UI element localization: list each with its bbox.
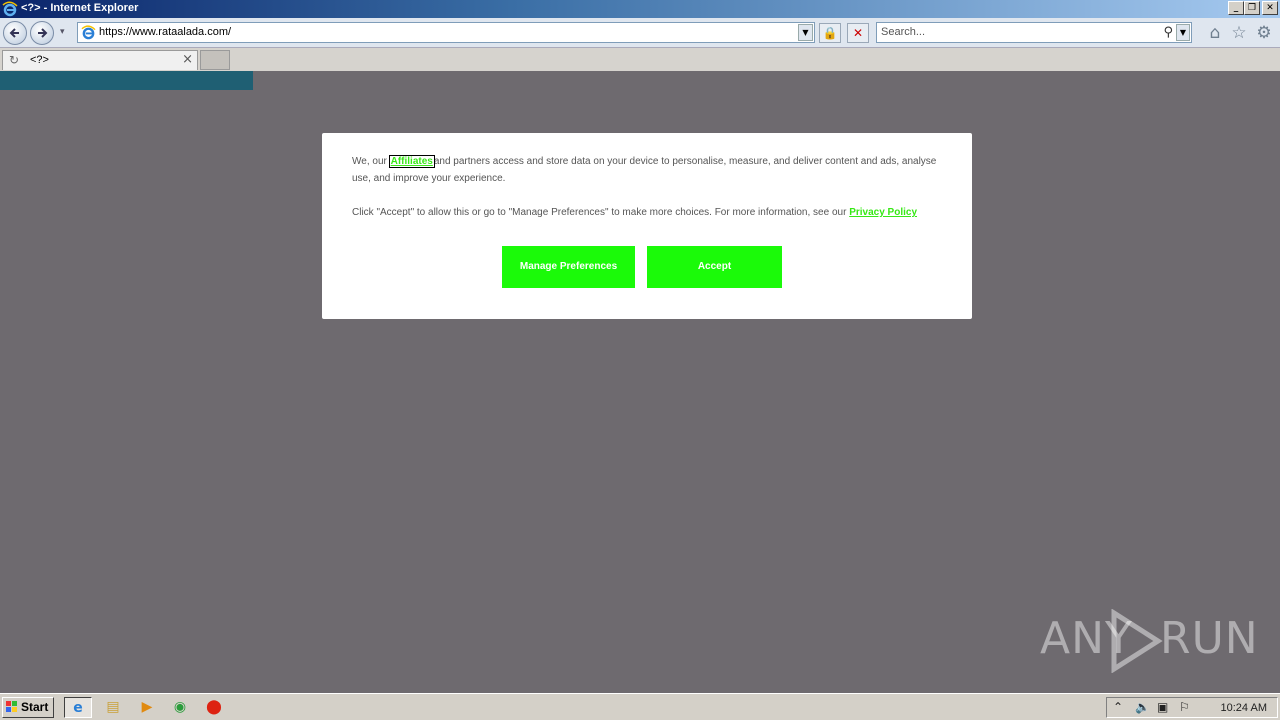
loading-icon: ↻ [9, 53, 20, 67]
taskbar-chrome-icon[interactable]: ◉ [166, 697, 194, 718]
consent-instructions: Click "Accept" to allow this or go to "M… [352, 204, 942, 221]
tab-bar: ↻ <?> × [0, 48, 1280, 71]
back-icon [9, 28, 19, 38]
search-dropdown-icon[interactable]: ▼ [1176, 24, 1190, 41]
ie-logo-icon [2, 1, 18, 17]
minimize-button[interactable]: _ [1228, 1, 1244, 15]
consent-text-end: and partners access and store data on yo… [352, 156, 937, 184]
cookie-consent-dialog: We, our Affiliatesand partners access an… [322, 133, 972, 319]
history-dropdown-icon[interactable]: ▾ [60, 27, 65, 37]
system-tray: ⌃ 🔈 ▣ ⚐ 10:24 AM [1106, 697, 1278, 718]
favorites-icon[interactable]: ☆ [1229, 23, 1249, 43]
anyrun-watermark: ANY RUN [1040, 609, 1258, 673]
taskbar-explorer-icon[interactable]: ▤ [99, 697, 127, 718]
new-tab-button[interactable] [200, 50, 230, 70]
header-strip [0, 71, 253, 90]
lock-icon[interactable]: 🔒 [819, 23, 841, 43]
ie-page-icon [81, 25, 96, 40]
gear-icon[interactable]: ⚙ [1254, 23, 1274, 43]
close-window-button[interactable]: ✕ [1262, 1, 1278, 15]
address-bar[interactable]: https://www.rataalada.com/ ▼ [77, 22, 815, 43]
tab-active[interactable]: ↻ <?> × [2, 50, 198, 70]
instructions-text: Click "Accept" to allow this or go to "M… [352, 207, 850, 218]
network-icon[interactable]: ▣ [1157, 700, 1168, 714]
windows-flag-icon [6, 701, 17, 712]
stop-icon[interactable]: ✕ [847, 23, 869, 43]
navigation-bar: ▾ https://www.rataalada.com/ ▼ 🔒 ✕ Searc… [0, 18, 1280, 48]
forward-icon [38, 28, 48, 38]
affiliates-link[interactable]: Affiliates [388, 155, 435, 168]
title-bar: <?> - Internet Explorer _ ❐ ✕ [0, 0, 1280, 18]
clock: 10:24 AM [1220, 702, 1267, 714]
forward-button[interactable] [30, 21, 54, 45]
taskbar: Start e ▤ ▶ ◉ ⬤ ⌃ 🔈 ▣ ⚐ 10:24 AM [0, 693, 1280, 720]
start-label: Start [21, 700, 49, 714]
consent-text-start: We, our [352, 156, 390, 167]
window-title: <?> - Internet Explorer [21, 2, 139, 14]
manage-preferences-button[interactable]: Manage Preferences [502, 246, 635, 288]
taskbar-media-player-icon[interactable]: ▶ [133, 697, 161, 718]
home-icon[interactable]: ⌂ [1205, 23, 1225, 43]
taskbar-opera-icon[interactable]: ⬤ [200, 697, 228, 718]
accept-button[interactable]: Accept [647, 246, 782, 288]
back-button[interactable] [3, 21, 27, 45]
taskbar-ie-icon[interactable]: e [64, 697, 92, 718]
tray-expand-icon[interactable]: ⌃ [1113, 700, 1123, 714]
privacy-policy-link[interactable]: Privacy Policy [849, 207, 917, 218]
play-logo-icon [1111, 609, 1163, 673]
url-text: https://www.rataalada.com/ [99, 26, 232, 38]
address-dropdown-icon[interactable]: ▼ [798, 24, 813, 41]
page-content: We, our Affiliatesand partners access an… [0, 71, 1280, 693]
action-center-flag-icon[interactable]: ⚐ [1179, 700, 1190, 714]
tab-title: <?> [30, 54, 49, 66]
watermark-run: RUN [1160, 613, 1259, 664]
search-box[interactable]: Search... ⚲ ▼ [876, 22, 1192, 43]
start-button[interactable]: Start [2, 697, 54, 718]
tab-close-icon[interactable]: × [182, 52, 193, 67]
consent-text: We, our Affiliatesand partners access an… [352, 153, 942, 187]
search-icon[interactable]: ⚲ [1163, 25, 1173, 40]
volume-icon[interactable]: 🔈 [1135, 700, 1150, 714]
search-placeholder: Search... [881, 26, 926, 38]
restore-button[interactable]: ❐ [1244, 1, 1260, 15]
